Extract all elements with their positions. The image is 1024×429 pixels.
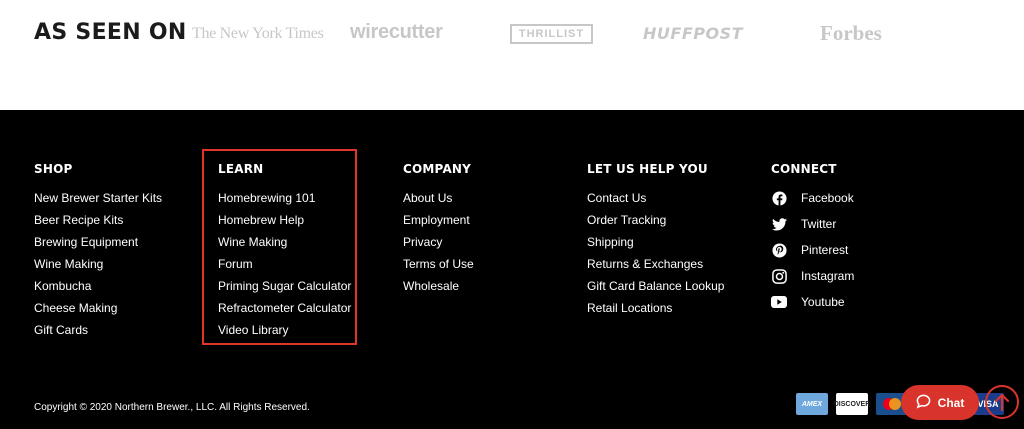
youtube-icon <box>771 295 787 309</box>
column-heading-help: LET US HELP YOU <box>587 162 708 176</box>
instagram-icon <box>771 268 787 284</box>
footer-link[interactable]: Wine Making <box>34 257 162 279</box>
footer-link[interactable]: Beer Recipe Kits <box>34 213 162 235</box>
site-footer: SHOP New Brewer Starter Kits Beer Recipe… <box>0 110 1024 429</box>
footer-link[interactable]: Wholesale <box>403 279 474 301</box>
social-link-pinterest[interactable]: Pinterest <box>771 242 854 269</box>
footer-column-company: COMPANY About Us Employment Privacy Term… <box>403 162 474 301</box>
pinterest-icon <box>771 242 787 258</box>
footer-link[interactable]: Privacy <box>403 235 474 257</box>
huffpost-logo: HUFFPOST <box>643 24 744 43</box>
footer-link[interactable]: Order Tracking <box>587 213 724 235</box>
social-link-facebook[interactable]: Facebook <box>771 190 854 217</box>
social-label: Twitter <box>801 217 837 231</box>
forbes-logo: Forbes <box>820 21 882 45</box>
social-label: Facebook <box>801 191 854 205</box>
thrillist-logo: THRILLIST <box>510 24 593 44</box>
learn-column-highlight <box>202 149 357 345</box>
footer-column-help: LET US HELP YOU Contact Us Order Trackin… <box>587 162 724 323</box>
footer-link[interactable]: Brewing Equipment <box>34 235 162 257</box>
chat-button[interactable]: Chat <box>901 385 979 420</box>
as-seen-on-title: AS SEEN ON <box>34 20 187 45</box>
footer-link[interactable]: New Brewer Starter Kits <box>34 191 162 213</box>
amex-card-icon: AMEX <box>796 393 828 415</box>
social-link-twitter[interactable]: Twitter <box>771 217 854 243</box>
discover-card-icon: DISCOVER <box>834 393 870 415</box>
footer-link[interactable]: Gift Card Balance Lookup <box>587 279 724 301</box>
nyt-logo: The New York Times <box>192 25 324 42</box>
column-heading-shop: SHOP <box>34 162 73 176</box>
footer-link[interactable]: About Us <box>403 191 474 213</box>
footer-column-connect: CONNECT Facebook Twitter Pinterest Insta… <box>771 162 854 321</box>
twitter-icon <box>771 217 787 231</box>
footer-link[interactable]: Kombucha <box>34 279 162 301</box>
column-heading-connect: CONNECT <box>771 162 837 176</box>
copyright-text: Copyright © 2020 Northern Brewer., LLC. … <box>34 402 310 413</box>
wirecutter-logo: wirecutter <box>350 21 443 43</box>
footer-column-shop: SHOP New Brewer Starter Kits Beer Recipe… <box>34 162 162 345</box>
footer-link[interactable]: Shipping <box>587 235 724 257</box>
footer-link[interactable]: Terms of Use <box>403 257 474 279</box>
chat-label: Chat <box>937 395 965 410</box>
back-to-top-button[interactable] <box>985 385 1019 419</box>
as-seen-on-section: AS SEEN ON The New York Times wirecutter… <box>0 0 1024 110</box>
footer-link[interactable]: Cheese Making <box>34 301 162 323</box>
footer-link[interactable]: Returns & Exchanges <box>587 257 724 279</box>
column-heading-company: COMPANY <box>403 162 472 176</box>
facebook-icon <box>771 190 787 206</box>
chat-bubble-icon <box>916 394 931 412</box>
arrow-up-icon <box>994 393 1010 412</box>
footer-link[interactable]: Contact Us <box>587 191 724 213</box>
social-link-youtube[interactable]: Youtube <box>771 295 854 321</box>
social-label: Instagram <box>801 269 855 283</box>
social-label: Youtube <box>801 295 845 309</box>
footer-link[interactable]: Gift Cards <box>34 323 162 345</box>
social-link-instagram[interactable]: Instagram <box>771 268 855 295</box>
footer-link[interactable]: Employment <box>403 213 474 235</box>
social-label: Pinterest <box>801 243 849 257</box>
footer-link[interactable]: Retail Locations <box>587 301 724 323</box>
